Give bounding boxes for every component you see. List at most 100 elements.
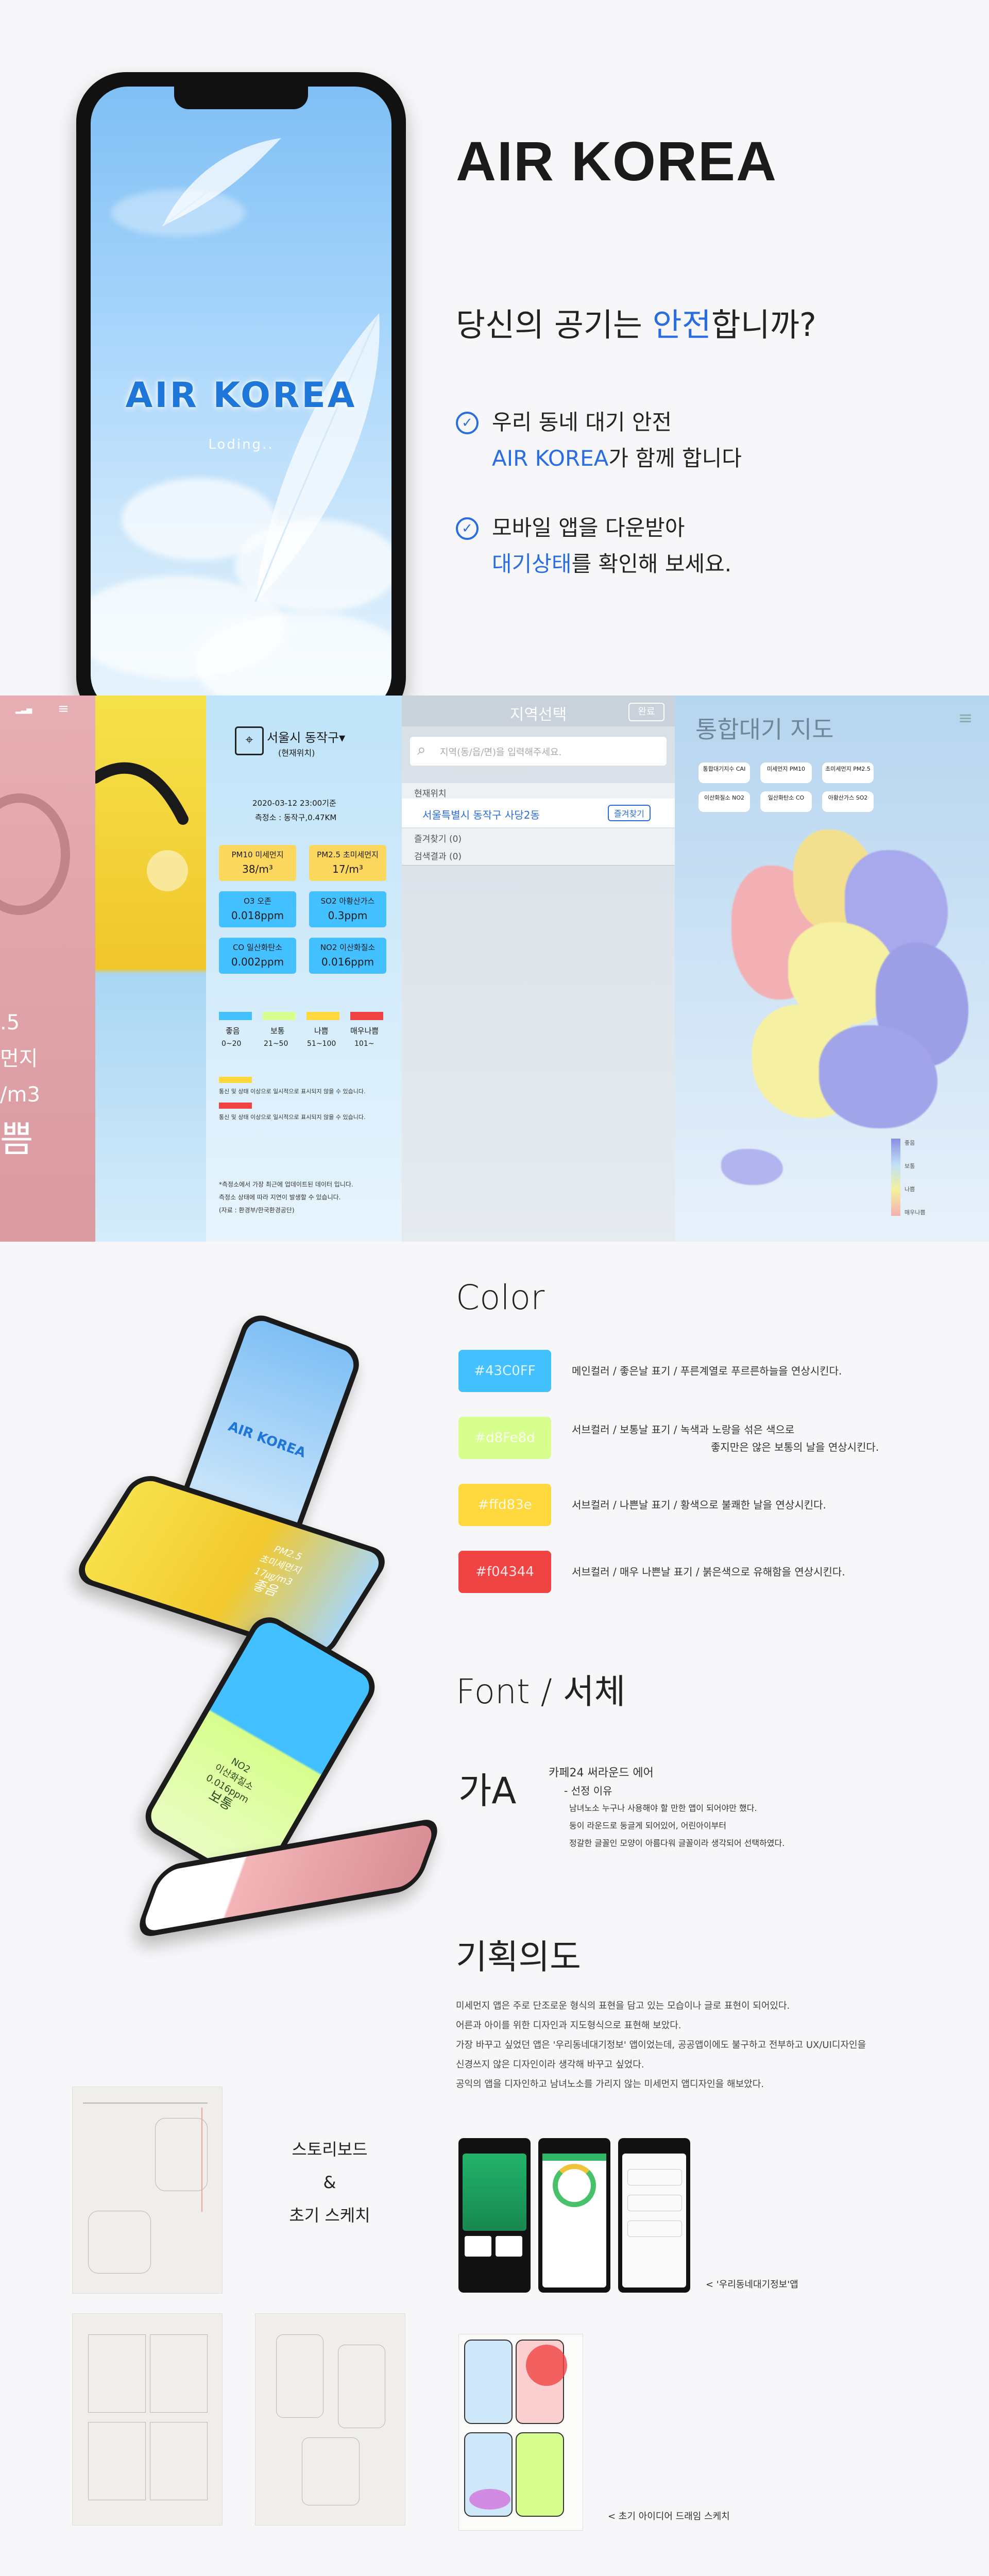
favorite-button[interactable]: 즐겨찾기 [608,805,651,821]
storyboard-sketch [255,2313,405,2526]
font-reason: 둥이 라운드로 둥글게 되어있어, 어린아이부터 [569,1821,727,1831]
map-chip[interactable]: 아황산가스 SO2 [822,791,874,812]
screen-map: 통합대기 지도 ≡ 통합대기지수 CAI 미세먼지 PM10 초미세먼지 PM2… [675,696,989,1242]
item-status: 미세먼지 [255,850,284,859]
bullet-line: 가 함께 합니다 [608,446,742,471]
feature-bullet: ✓ 모바일 앱을 다운받아 대기상태를 확인해 보세요. [456,510,731,582]
pm-item-so2[interactable]: SO2 아황산가스 0.3ppm [309,891,386,927]
font-name: 카페24 써라운드 에어 [549,1767,654,1780]
favorites-header[interactable]: 즐겨찾기 (0) [402,828,675,848]
no2-info: NO2 이산화질소 0.016ppm 보통 [197,1748,265,1818]
plan-line: 공익의 앱을 디자인하고 남녀노소를 가리지 않는 미세먼지 앱디자인을 해보았… [456,2079,764,2090]
menu-icon[interactable]: ≡ [58,702,78,716]
pm25-info: PM2.5 초미세먼지 17㎍/m3 좋음 [242,1541,312,1601]
pm-item-pm10[interactable]: PM10 미세먼지 38/m³ [219,845,296,881]
color-swatch-very-bad: #f04344 [458,1551,551,1593]
scale-label: 좋음 [226,1026,240,1036]
app-screens-strip: ▂▃▅ ≡ .5 먼지 /m3 쁨 ⌖ 서울시 동작구▾ (현재위치) 2020… [0,696,989,1242]
page-title: AIR KOREA [456,130,778,192]
item-name: NO2 [320,943,337,952]
subtitle-text: 당신의 공기는 [456,306,653,344]
idea-sketch [458,2334,583,2531]
item-status: 이산화질소 [339,943,376,952]
bullet-accent: 대기상태 [492,551,572,577]
bullet-line: 모바일 앱을 다운받아 [492,515,685,540]
storyboard-sketch [72,2313,223,2526]
item-status: 일산화탄소 [247,943,283,952]
storyboard-label-line: 초기 스케치 [289,2206,370,2225]
map-chip[interactable]: 미세먼지 PM10 [760,762,812,783]
item-name: SO2 [320,896,337,906]
plan-section-title: 기획의도 [456,1937,581,1977]
screen-very-bad: ▂▃▅ ≡ .5 먼지 /m3 쁨 [0,696,98,1242]
check-circle-icon: ✓ [456,412,479,434]
item-value: 0.018ppm [231,909,284,922]
note-marker [219,1077,252,1083]
legend-label: 매우나쁨 [905,1209,926,1216]
history-header[interactable]: 검색결과 (0) [402,846,675,866]
scale-good-bar [219,1012,252,1020]
color-swatch-bad: #ffd83e [458,1484,551,1526]
reference-screen [538,2138,610,2293]
item-value: 0.3ppm [328,909,368,922]
color-desc-line: 메인컬러 / 좋은날 표기 / 푸른계열로 푸르른하늘을 연상시킨다. [572,1365,842,1377]
storyboard-sketch [72,2087,223,2294]
item-value: 38/m³ [242,863,273,875]
note-marker [219,1103,252,1109]
pink-line: 먼지 [0,1047,38,1071]
pm-item-no2[interactable]: NO2 이산화질소 0.016ppm [309,938,386,974]
scale-range: 21~50 [264,1040,288,1048]
scale-range: 51~100 [307,1040,336,1048]
app-logo: AIR KOREA [125,375,357,416]
scale-range: 0~20 [221,1040,242,1048]
footer-note: *측정소에서 가장 최근에 업데이트된 데이터 입니다. [219,1181,353,1188]
favorites-label: 즐겨찾기 (0) [414,834,462,844]
done-button[interactable]: 완료 [628,703,664,721]
pm-item-pm25[interactable]: PM2.5 초미세먼지 17/m³ [309,845,386,881]
scale-range: 101~ [354,1040,374,1048]
feature-bullet: ✓ 우리 동네 대기 안전 AIR KOREA가 함께 합니다 [456,404,742,477]
map-region-jeju[interactable] [721,1149,783,1185]
pink-line: .5 [0,1011,20,1035]
item-name: PM10 [231,850,253,859]
location-pin-icon[interactable]: ⌖ [235,726,264,755]
scale-bad-bar [306,1012,339,1020]
color-swatch-main: #43C0FF [458,1350,551,1392]
item-name: O3 [244,896,255,906]
current-location: 서울특별시 동작구 사당2동 [422,809,540,821]
pink-status: 쁨 [0,1118,33,1160]
map-chip[interactable]: 통합대기지수 CAI [698,762,750,783]
subtitle-text-end: 합니까? [711,306,816,344]
storyboard-label-line: & [323,2173,336,2192]
plan-line: 신경쓰지 않은 디자인이라 생각해 바꾸고 싶었다. [456,2059,644,2070]
idea-sketch-caption: < 초기 아이디어 드래임 스케치 [608,2511,730,2522]
feather-large-icon [254,313,380,602]
color-swatch-normal: #d8Fe8d [458,1417,551,1459]
map-chip[interactable]: 초미세먼지 PM2.5 [822,762,874,783]
map-chip[interactable]: 이산화질소 NO2 [698,791,750,812]
map-legend-bar [891,1139,900,1216]
legend-label: 좋음 [905,1140,915,1146]
scale-very-bad-bar [350,1012,383,1020]
face-outline [0,793,70,915]
location-selector[interactable]: 서울시 동작구▾ [267,727,345,745]
menu-icon[interactable]: ≡ [958,708,973,728]
map-chip[interactable]: 일산화탄소 CO [760,791,812,812]
bullet-accent: AIR KOREA [492,446,609,471]
color-desc-line: 좋지만은 않은 보통의 날을 연상시킨다. [711,1441,879,1453]
screen-region-select: 지역선택 완료 ⌕ 지역(동/읍/면)을 입력해주세요. 현재위치 서울특별시 … [402,696,675,1242]
search-icon: ⌕ [417,741,426,759]
screen-detail: ⌖ 서울시 동작구▾ (현재위치) 2020-03-12 23:00기준 측정소… [206,696,402,1242]
search-input[interactable]: ⌕ 지역(동/읍/면)을 입력해주세요. [410,737,667,766]
item-status: 아황산가스 [339,896,375,906]
legend-label: 보통 [905,1163,915,1170]
font-reason-title: - 선정 이유 [564,1785,612,1797]
note-text: 통신 및 상태 이상으로 일시적으로 표시되지 않을 수 있습니다. [219,1114,366,1121]
current-location-row[interactable]: 서울특별시 동작구 사당2동 즐겨찾기 [402,799,675,827]
feather-icon [162,138,281,227]
color-desc-line: 서브컬러 / 보통날 표기 / 녹색과 노랑을 섞은 색으로 [572,1423,795,1436]
color-section-title: Color [456,1278,545,1317]
pm-item-co[interactable]: CO 일산화탄소 0.002ppm [219,938,296,974]
pm-item-o3[interactable]: O3 오존 0.018ppm [219,891,296,927]
hero-subtitle: 당신의 공기는 안전합니까? [456,299,816,345]
